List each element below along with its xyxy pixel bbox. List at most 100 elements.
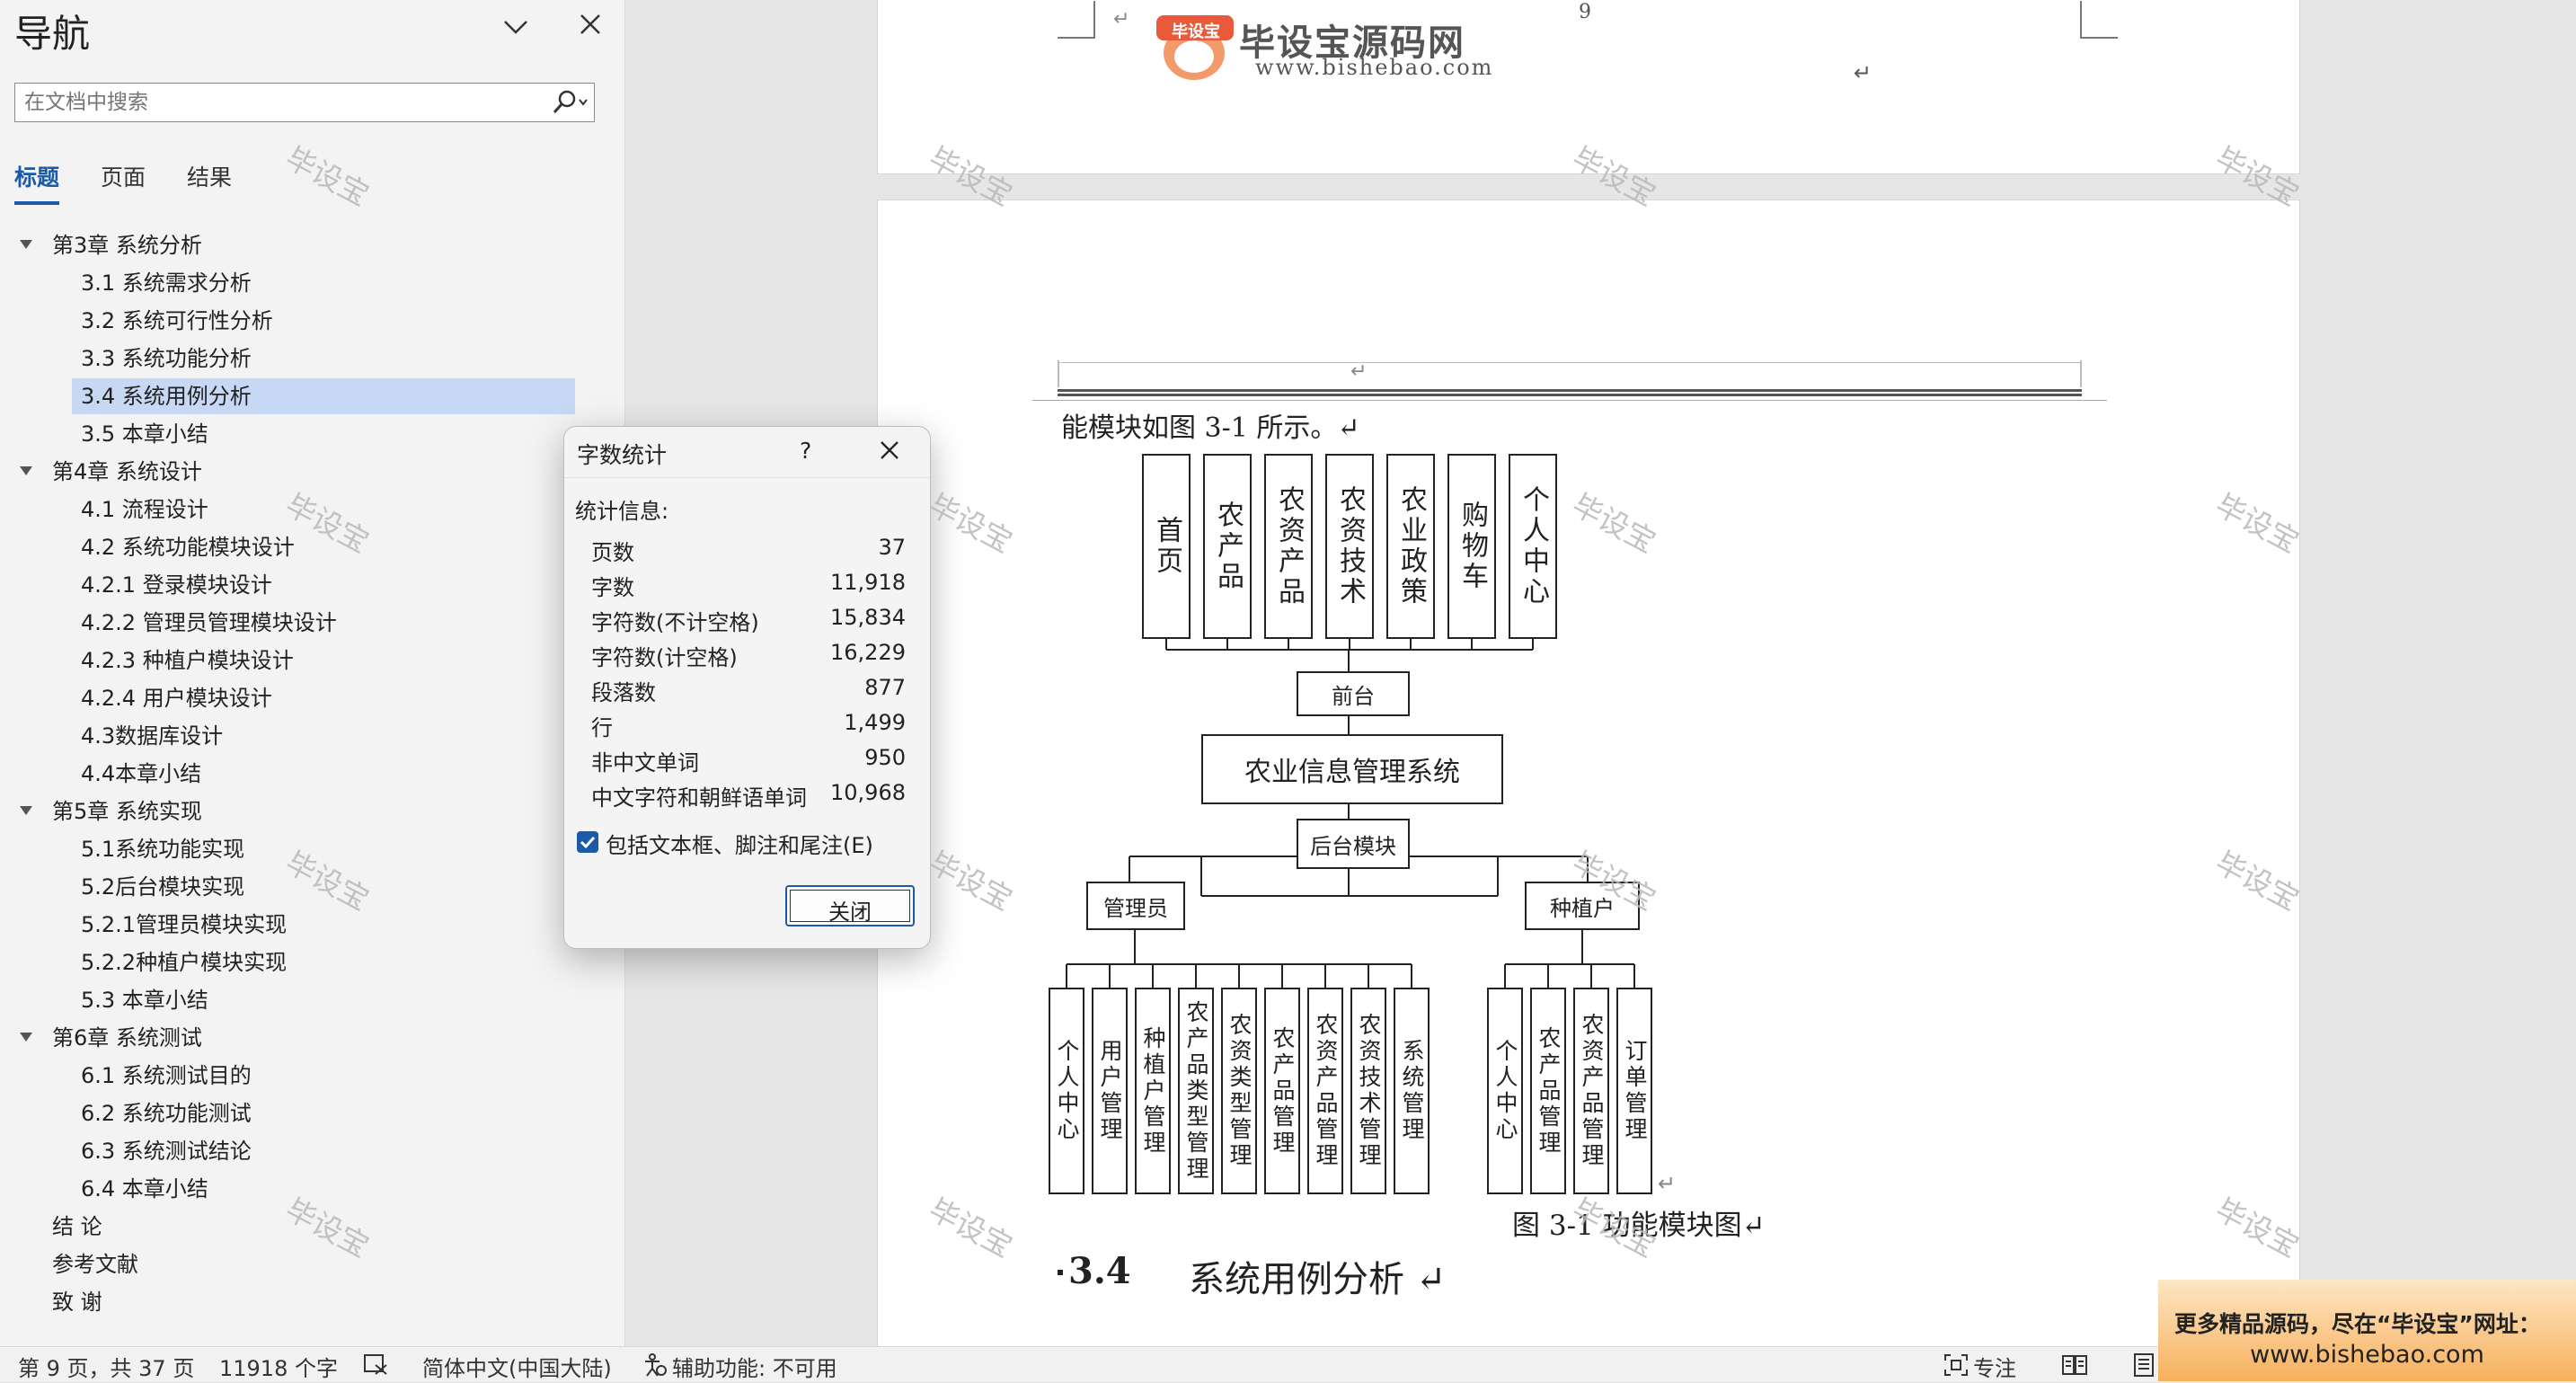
crop-mark xyxy=(2080,1,2118,39)
heading-label: 5.2.1管理员模块实现 xyxy=(81,912,288,937)
chevron-down-icon[interactable] xyxy=(500,11,532,43)
search-input[interactable] xyxy=(24,84,527,121)
heading-item[interactable]: 6.1 系统测试目的 xyxy=(0,1058,593,1094)
heading-label: 3.2 系统可行性分析 xyxy=(81,308,273,333)
paragraph-mark: ↵ xyxy=(1658,1171,1677,1196)
heading-label: 4.2 系统功能模块设计 xyxy=(81,535,295,560)
dialog-title: 字数统计 xyxy=(577,442,668,468)
stat-row: 段落数 877 xyxy=(591,675,906,709)
heading-label: 3.1 系统需求分析 xyxy=(81,270,252,296)
diagram-node: 农业政策 xyxy=(1386,454,1435,639)
close-button[interactable]: 关闭 xyxy=(785,885,915,926)
page-number: 9 xyxy=(1579,1,1591,23)
heading-label: 4.2.4 用户模块设计 xyxy=(81,686,272,711)
paragraph-mark: ↵ xyxy=(1113,8,1130,31)
include-textbox-checkbox[interactable] xyxy=(577,831,598,853)
promo-banner[interactable]: 更多精品源码，尽在“毕设宝”网址： www.bishebao.com xyxy=(2158,1280,2576,1381)
paragraph-mark: ↵ xyxy=(1854,60,1872,85)
word-count-status[interactable]: 11918 个字 xyxy=(219,1351,338,1382)
proofing-icon[interactable] xyxy=(363,1352,390,1376)
checkbox-label[interactable]: 包括文本框、脚注和尾注(E) xyxy=(606,828,873,859)
heading-item[interactable]: 4.4本章小结 xyxy=(0,756,593,792)
focus-icon[interactable] xyxy=(1943,1352,1970,1378)
close-icon[interactable] xyxy=(877,438,902,463)
read-mode-icon[interactable] xyxy=(2061,1352,2088,1378)
word-count-dialog: 字数统计 ? 统计信息: 页数 37 字数 11,918 字符数(不计空格) 15,834… xyxy=(563,426,931,949)
stat-row: 中文字符和朝鲜语单词 10,968 xyxy=(591,780,906,814)
stat-row: 行 1,499 xyxy=(591,710,906,744)
heading-label: 6.1 系统测试目的 xyxy=(81,1063,252,1088)
heading-label: 4.2.1 登录模块设计 xyxy=(81,572,272,598)
diagram-node: 个人中心 xyxy=(1487,988,1523,1194)
heading-item[interactable]: 4.2.3 种植户模块设计 xyxy=(0,643,593,678)
stat-label: 段落数 xyxy=(591,680,656,705)
heading-label: 3.5 本章小结 xyxy=(81,421,208,447)
accessibility-icon[interactable] xyxy=(642,1352,668,1378)
heading-item[interactable]: 4.2 系统功能模块设计 xyxy=(0,529,593,565)
close-button-label: 关闭 xyxy=(828,900,872,925)
accessibility-status[interactable]: 辅助功能: 不可用 xyxy=(672,1351,837,1382)
heading-label: 4.3数据库设计 xyxy=(81,723,224,749)
page-count-status[interactable]: 第 9 页，共 37 页 xyxy=(18,1351,194,1382)
tab-pages[interactable]: 页面 xyxy=(101,160,146,192)
promo-url: www.bishebao.com xyxy=(2250,1341,2484,1369)
heading-item[interactable]: 4.2.2 管理员管理模块设计 xyxy=(0,605,593,641)
heading-item[interactable]: 6.3 系统测试结论 xyxy=(0,1133,593,1169)
tab-results[interactable]: 结果 xyxy=(187,160,232,192)
heading-item[interactable]: 5.2.2种植户模块实现 xyxy=(0,944,593,980)
stat-row: 字数 11,918 xyxy=(591,570,906,604)
heading-item[interactable]: 3.2 系统可行性分析 xyxy=(0,303,593,339)
collapse-triangle-icon[interactable] xyxy=(20,240,32,249)
heading-label: 第6章 系统测试 xyxy=(52,1025,202,1051)
active-tab-indicator xyxy=(14,201,59,205)
heading-item[interactable]: 3.5 本章小结 xyxy=(0,416,593,452)
stats-section-label: 统计信息: xyxy=(575,499,669,524)
heading-item[interactable]: 5.2.1管理员模块实现 xyxy=(0,907,593,943)
language-status[interactable]: 简体中文(中国大陆) xyxy=(422,1351,612,1382)
stat-value: 10,968 xyxy=(830,780,906,805)
diagram-node: 个人中心 xyxy=(1049,988,1084,1194)
stat-value: 950 xyxy=(864,745,906,770)
heading-item[interactable]: 参考文献 xyxy=(0,1246,593,1282)
heading-item[interactable]: 第3章 系统分析 xyxy=(0,227,593,263)
diagram-node: 农资技术管理 xyxy=(1350,988,1386,1194)
stat-value: 877 xyxy=(864,675,906,700)
help-button[interactable]: ? xyxy=(800,438,811,464)
heading-item[interactable]: 3.4 系统用例分析 xyxy=(72,378,575,414)
heading-label: 4.2.2 管理员管理模块设计 xyxy=(81,610,337,635)
heading-item[interactable]: 致 谢 xyxy=(0,1284,593,1320)
stat-label: 字符数(计空格) xyxy=(591,645,738,670)
stat-row: 非中文单词 950 xyxy=(591,745,906,779)
heading-item[interactable]: 4.2.1 登录模块设计 xyxy=(0,567,593,603)
heading-item[interactable]: 4.2.4 用户模块设计 xyxy=(0,680,593,716)
heading-item[interactable]: 4.3数据库设计 xyxy=(0,718,593,754)
search-icon[interactable] xyxy=(551,89,590,116)
diagram-node: 农资产品管理 xyxy=(1573,988,1609,1194)
diagram-node: 农业信息管理系统 xyxy=(1201,734,1503,804)
heading-item[interactable]: 3.3 系统功能分析 xyxy=(0,341,593,377)
stat-label: 中文字符和朝鲜语单词 xyxy=(591,785,807,811)
print-layout-icon[interactable] xyxy=(2131,1352,2156,1378)
document-page: ↵ 能模块如图 3-1 所示。↵ 首页 农产品 农资产品 农资技术 农业政策 购物车 个人中… xyxy=(877,199,2300,1346)
stat-label: 字数 xyxy=(591,575,634,600)
collapse-triangle-icon[interactable] xyxy=(20,806,32,815)
heading-item[interactable]: 5.3 本章小结 xyxy=(0,982,593,1018)
heading-item[interactable]: 第6章 系统测试 xyxy=(0,1020,593,1056)
heading-item[interactable]: 6.2 系统功能测试 xyxy=(0,1095,593,1131)
heading-label: 6.4 本章小结 xyxy=(81,1176,208,1201)
heading-item[interactable]: 第5章 系统实现 xyxy=(0,793,593,829)
tab-headings[interactable]: 标题 xyxy=(14,160,59,192)
stat-row: 字符数(不计空格) 15,834 xyxy=(591,605,906,639)
heading-label: 致 谢 xyxy=(52,1290,102,1315)
search-box[interactable] xyxy=(14,83,595,122)
heading-item[interactable]: 3.1 系统需求分析 xyxy=(0,265,593,301)
close-icon[interactable] xyxy=(577,11,604,38)
stat-row: 页数 37 xyxy=(591,535,906,569)
collapse-triangle-icon[interactable] xyxy=(20,466,32,475)
heading-label: 第4章 系统设计 xyxy=(52,459,202,484)
collapse-triangle-icon[interactable] xyxy=(20,1033,32,1042)
stat-label: 字符数(不计空格) xyxy=(591,610,759,635)
heading-label: 4.2.3 种植户模块设计 xyxy=(81,648,294,673)
focus-mode-button[interactable]: 专注 xyxy=(1973,1351,2016,1382)
bullet-mark xyxy=(1058,1270,1063,1275)
